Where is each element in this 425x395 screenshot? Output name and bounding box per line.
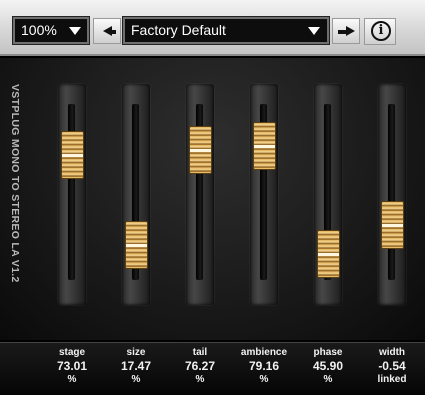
ambience-fader-handle[interactable]	[253, 121, 276, 170]
param-name: size	[126, 347, 146, 358]
chevron-down-icon	[308, 27, 320, 35]
info-icon: i	[371, 21, 391, 41]
stage-fader[interactable]	[58, 84, 86, 305]
fader-track	[68, 104, 75, 280]
fader-track	[388, 104, 395, 280]
previous-preset-button[interactable]	[93, 18, 121, 44]
tail-readout: tail 76.27 %	[168, 346, 232, 386]
info-button[interactable]: i	[364, 18, 396, 45]
param-name: ambience	[240, 347, 288, 358]
size-fader[interactable]	[122, 84, 150, 305]
param-value: 76.27	[184, 359, 216, 373]
param-unit: linked	[377, 374, 407, 385]
param-value: 79.16	[248, 359, 280, 373]
tail-fader[interactable]	[186, 84, 214, 305]
stage-readout: stage 73.01 %	[40, 346, 104, 386]
param-value: 45.90	[312, 359, 344, 373]
ambience-readout: ambience 79.16 %	[232, 346, 296, 386]
zoom-dropdown[interactable]: 100%	[12, 16, 90, 45]
size-readout: size 17.47 %	[104, 346, 168, 386]
width-fader[interactable]	[378, 84, 406, 305]
chevron-down-icon	[69, 27, 81, 35]
param-unit: %	[323, 374, 333, 385]
preset-dropdown[interactable]: Factory Default	[122, 16, 330, 45]
next-preset-button[interactable]	[332, 18, 360, 44]
width-readout: width -0.54 linked	[360, 346, 424, 386]
ambience-fader[interactable]	[250, 84, 278, 305]
param-value: 73.01	[56, 359, 88, 373]
size-fader-handle[interactable]	[125, 220, 148, 269]
toolbar: 100% Factory Default i	[0, 0, 425, 56]
param-value: -0.54	[378, 359, 406, 373]
values-bar: stage 73.01 % size 17.47 % tail 76.27 % …	[0, 342, 425, 395]
phase-readout: phase 45.90 %	[296, 346, 360, 386]
param-unit: %	[67, 374, 77, 385]
param-name: phase	[313, 347, 343, 358]
preset-value: Factory Default	[131, 22, 226, 38]
param-unit: %	[259, 374, 269, 385]
tail-fader-handle[interactable]	[189, 126, 212, 175]
phase-fader[interactable]	[314, 84, 342, 305]
width-fader-handle[interactable]	[381, 200, 404, 249]
fader-panel: VSTPLUG MONO TO STEREO LA V1.2	[0, 58, 425, 340]
param-unit: %	[131, 374, 141, 385]
param-name: stage	[58, 347, 86, 358]
arrow-right-icon	[346, 26, 355, 36]
param-name: tail	[192, 347, 208, 358]
param-value: 17.47	[120, 359, 152, 373]
stage-fader-handle[interactable]	[61, 131, 84, 180]
plugin-title: VSTPLUG MONO TO STEREO LA V1.2	[9, 84, 21, 283]
param-unit: %	[195, 374, 205, 385]
phase-fader-handle[interactable]	[317, 229, 340, 278]
param-name: width	[378, 347, 406, 358]
zoom-value: 100%	[21, 22, 57, 38]
